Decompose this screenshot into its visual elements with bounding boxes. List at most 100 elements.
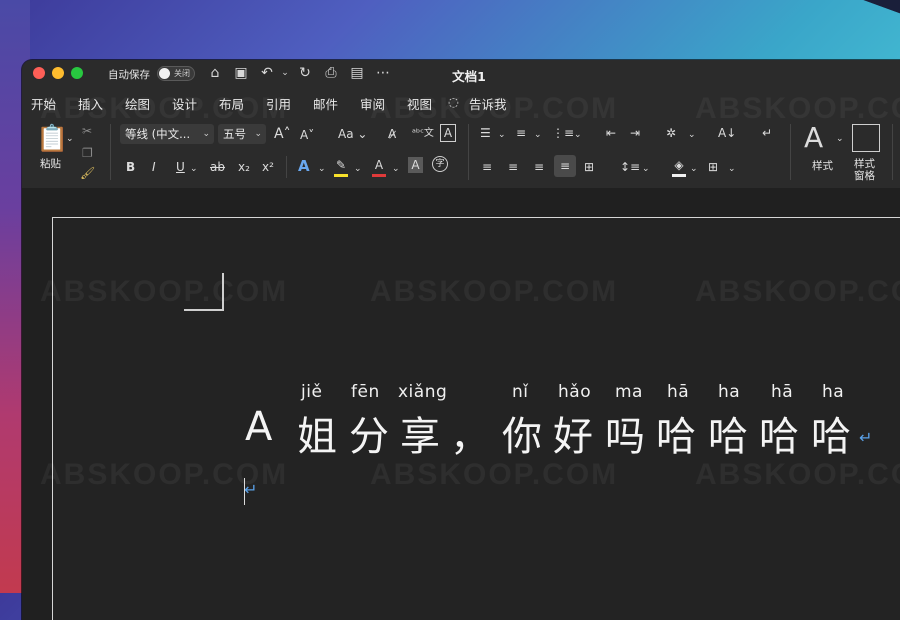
tab-mailings[interactable]: 邮件: [313, 94, 338, 113]
pinyin-7: hā: [667, 382, 690, 402]
character-shading-icon[interactable]: A: [408, 157, 423, 173]
chevron-down-icon[interactable]: ⌄: [688, 126, 696, 144]
align-right-icon[interactable]: ≡: [534, 158, 544, 176]
styles-pane-icon[interactable]: [852, 124, 880, 152]
char-1: A: [245, 404, 273, 450]
char-11: 哈: [759, 414, 799, 460]
font-name-value: 等线 (中文...: [125, 127, 191, 141]
change-case-button[interactable]: Aa ⌄: [338, 125, 367, 143]
chevron-down-icon[interactable]: ⌄: [642, 160, 650, 178]
separator: [468, 124, 469, 180]
paste-icon[interactable]: 📋: [36, 124, 68, 154]
multilevel-list-icon[interactable]: ⋮≡: [552, 124, 574, 142]
char-6: 你: [502, 414, 542, 460]
paste-dropdown-icon[interactable]: ⌄: [66, 130, 74, 148]
separator: [892, 124, 893, 180]
font-size-value: 五号: [223, 127, 246, 141]
pinyin-10: ha: [822, 382, 845, 402]
pinyin-5: hǎo: [558, 382, 592, 402]
watermark: ABSKOOP.COM: [695, 275, 900, 308]
sort-icon[interactable]: A↓: [718, 124, 736, 142]
change-case-label: Aa: [338, 127, 354, 141]
font-name-select[interactable]: 等线 (中文... ⌄: [120, 124, 214, 144]
separator: [286, 156, 287, 178]
text-effects-icon[interactable]: A: [298, 157, 310, 175]
paste-label: 粘贴: [40, 158, 61, 170]
pinyin-4: nǐ: [512, 382, 529, 402]
format-painter-icon[interactable]: 🖌: [80, 164, 95, 182]
enclose-characters-icon[interactable]: 字: [432, 156, 448, 172]
char-5: ，: [450, 414, 490, 460]
italic-button[interactable]: I: [152, 158, 156, 176]
paragraph-mark: ↵: [859, 428, 873, 447]
char-12: 哈: [811, 414, 851, 460]
underline-button[interactable]: U: [176, 158, 185, 176]
ribbon-toolbar: 📋 ⌄ 粘贴 ✂ ❐ 🖌 等线 (中文... ⌄ 五号 ⌄ A˄ A˅ Aa ⌄…: [22, 116, 900, 189]
chevron-down-icon[interactable]: ⌄: [836, 130, 844, 148]
pinyin-1: jiě: [301, 382, 323, 402]
grow-font-icon[interactable]: A˄: [274, 125, 291, 143]
paragraph-mark-empty-line: ↵: [244, 480, 258, 499]
shrink-font-icon[interactable]: A˅: [300, 126, 314, 144]
decrease-indent-icon[interactable]: ⇤: [606, 124, 616, 142]
distributed-icon[interactable]: ⊞: [584, 158, 594, 176]
borders-icon[interactable]: ⊞: [708, 158, 718, 176]
char-10: 哈: [708, 414, 748, 460]
underline-dropdown-icon[interactable]: ⌄: [190, 160, 198, 178]
chevron-down-icon[interactable]: ⌄: [690, 160, 698, 178]
copy-icon[interactable]: ❐: [82, 144, 93, 162]
char-2: 姐: [297, 414, 337, 460]
highlight-icon[interactable]: ✎: [334, 156, 348, 177]
pinyin-6: ma: [615, 382, 643, 402]
chevron-down-icon[interactable]: ⌄: [574, 126, 582, 144]
pinyin-8: ha: [718, 382, 741, 402]
char-3: 分: [349, 414, 389, 460]
styles-gallery-icon[interactable]: A: [804, 122, 823, 154]
watermark: ABSKOOP.COM: [695, 92, 900, 125]
phonetic-guide-text[interactable]: jiě fēn xiǎng nǐ hǎo ma hā ha hā ha A 姐 …: [245, 382, 900, 462]
chevron-down-icon[interactable]: ⌄: [354, 160, 362, 178]
styles-pane-label-line1: 样式: [854, 158, 875, 170]
word-window: 自动保存 关闭 ⌂ ▣ ↶ ⌄ ↻ ⎙ ▤ ⋯ 文档1 开始 插入 绘图 设计 …: [22, 60, 900, 620]
separator: [110, 124, 111, 180]
chevron-down-icon: ⌄: [202, 129, 210, 139]
line-spacing-icon[interactable]: ↕≡: [620, 158, 640, 176]
clear-formatting-icon[interactable]: A̷: [388, 125, 396, 143]
styles-pane-label[interactable]: 样式 窗格: [854, 158, 875, 182]
asian-layout-icon[interactable]: ✲: [666, 124, 676, 142]
subscript-button[interactable]: x₂: [238, 158, 250, 176]
numbering-icon[interactable]: ≡: [516, 124, 526, 142]
chevron-down-icon[interactable]: ⌄: [534, 126, 542, 144]
align-center-icon[interactable]: ≡: [508, 158, 518, 176]
page-margin-mark: [184, 273, 224, 311]
chevron-down-icon[interactable]: ⌄: [728, 160, 736, 178]
shading-icon[interactable]: ◈: [672, 156, 686, 177]
pinyin-9: hā: [771, 382, 794, 402]
show-marks-icon[interactable]: ↵: [762, 124, 772, 142]
align-left-icon[interactable]: ≡: [482, 158, 492, 176]
justify-icon[interactable]: ≡: [554, 155, 576, 177]
font-size-select[interactable]: 五号 ⌄: [218, 124, 266, 144]
character-border-icon[interactable]: A: [440, 124, 456, 142]
bullets-icon[interactable]: ☰: [480, 124, 491, 142]
chevron-down-icon[interactable]: ⌄: [392, 160, 400, 178]
title-bar: 自动保存 关闭 ⌂ ▣ ↶ ⌄ ↻ ⎙ ▤ ⋯ 文档1: [22, 60, 900, 88]
text-cursor: [244, 478, 245, 505]
chevron-down-icon[interactable]: ⌄: [318, 160, 326, 178]
watermark: ABSKOOP.COM: [695, 458, 900, 491]
watermark: ABSKOOP.COM: [40, 275, 289, 308]
increase-indent-icon[interactable]: ⇥: [630, 124, 640, 142]
chevron-down-icon: ⌄: [254, 129, 262, 139]
phonetic-guide-icon[interactable]: ᵃᵇᶜ文: [412, 125, 434, 143]
document-title: 文档1: [452, 69, 486, 84]
separator: [790, 124, 791, 180]
styles-label: 样式: [812, 160, 833, 172]
strikethrough-button[interactable]: ab: [210, 158, 225, 176]
char-7: 好: [553, 414, 593, 460]
superscript-button[interactable]: x²: [262, 158, 274, 176]
pinyin-2: fēn: [351, 382, 380, 402]
watermark: ABSKOOP.COM: [40, 92, 289, 125]
bold-button[interactable]: B: [126, 158, 135, 176]
chevron-down-icon[interactable]: ⌄: [498, 126, 506, 144]
font-color-icon[interactable]: A: [372, 156, 386, 177]
